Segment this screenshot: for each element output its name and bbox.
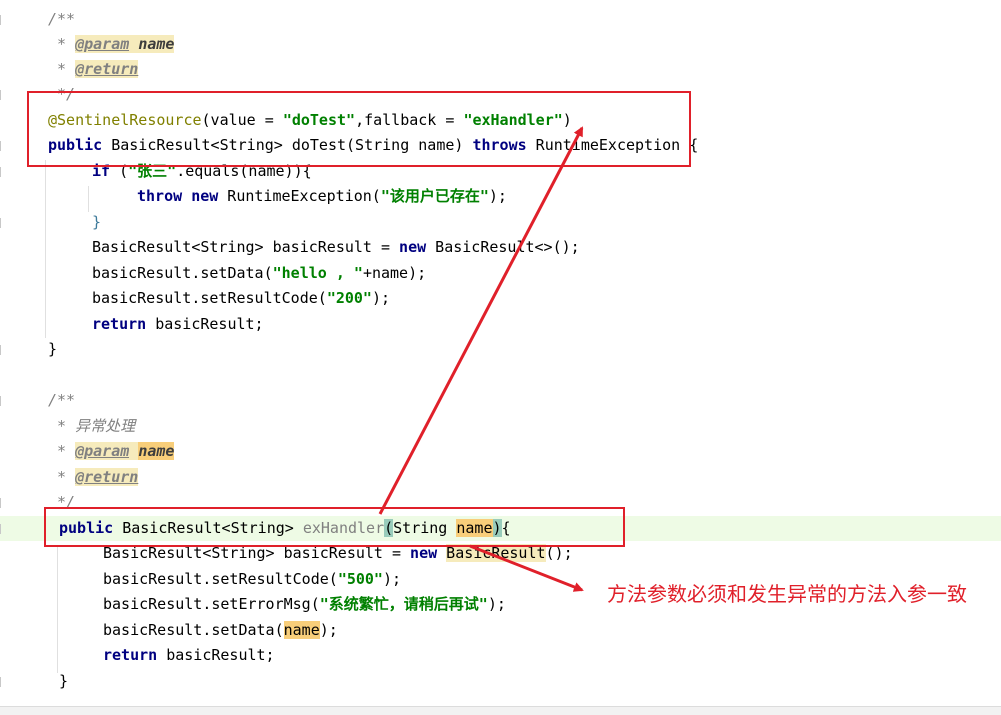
arrow-to-fallback-name [378, 126, 584, 515]
annotation-note: 方法参数必须和发生异常的方法入参一致 [607, 582, 967, 606]
arrow-to-note [469, 544, 584, 592]
